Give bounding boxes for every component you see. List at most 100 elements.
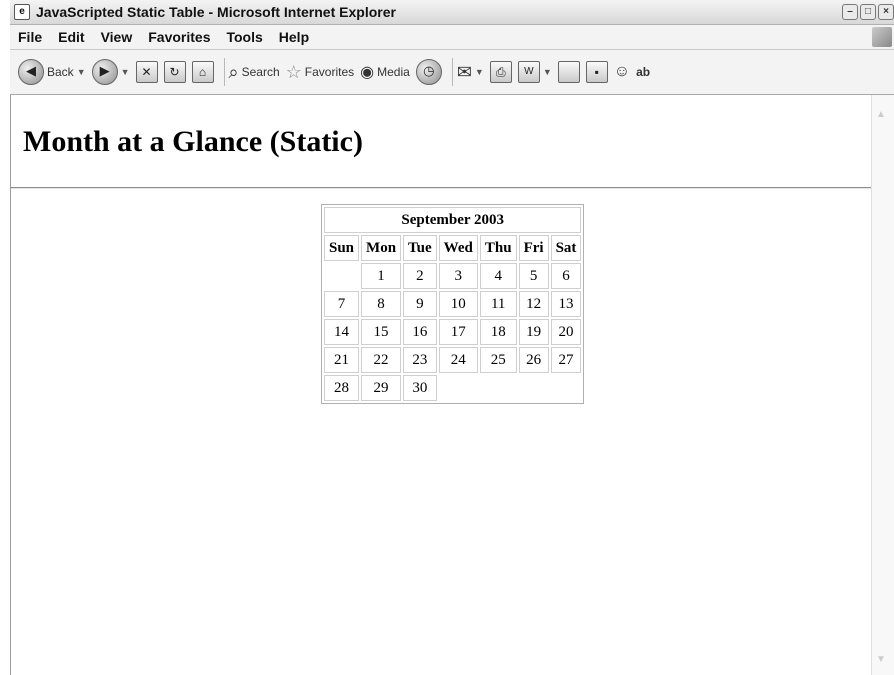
calendar-week-row: 7 8 9 10 11 12 13 xyxy=(324,291,582,317)
menu-edit[interactable]: Edit xyxy=(50,29,92,45)
calendar-week-row: 123456 xyxy=(324,263,582,289)
favorites-button[interactable]: ☆ Favorites xyxy=(286,62,355,83)
calendar-day-cell: 19 xyxy=(518,319,549,345)
menu-help[interactable]: Help xyxy=(271,29,317,45)
history-icon: ◷ xyxy=(415,59,442,85)
calendar-day-cell: 28 xyxy=(324,375,360,401)
refresh-icon: ↻ xyxy=(163,61,186,83)
calendar-day-cell: 20 xyxy=(550,319,582,345)
horizontal-rule xyxy=(11,187,873,189)
star-icon: ☆ xyxy=(285,61,302,82)
media-label: Media xyxy=(377,65,410,79)
calendar-day-cell: 24 xyxy=(438,347,478,373)
calendar-day-cell: 30 xyxy=(403,375,437,401)
back-label: Back xyxy=(47,65,74,79)
calendar-day-cell: 13 xyxy=(550,291,582,317)
back-arrow-icon: ◀ xyxy=(18,59,44,85)
calendar-week-row: 14 15 16 17 18 19 20 xyxy=(324,319,582,345)
calendar-day-cell: 11 xyxy=(479,291,517,317)
vertical-scrollbar[interactable]: ▲ ▼ xyxy=(871,95,894,675)
chevron-down-icon[interactable]: ▼ xyxy=(77,67,86,77)
scroll-up-icon[interactable]: ▲ xyxy=(876,109,886,120)
toolbar-separator xyxy=(223,58,225,86)
calendar-week-row: 21 22 23 24 25 26 27 xyxy=(324,347,582,373)
menu-tools[interactable]: Tools xyxy=(218,29,270,45)
calendar-day-cell: 27 xyxy=(550,347,582,373)
refresh-button[interactable]: ↻ xyxy=(163,61,186,83)
page-content: Month at a Glance (Static) September 200… xyxy=(11,95,873,675)
calendar-day-cell: 14 xyxy=(324,319,360,345)
calendar-day-cell: 2 xyxy=(403,263,437,289)
calendar-day-cell: 18 xyxy=(479,319,517,345)
scroll-down-icon[interactable]: ▼ xyxy=(876,654,886,665)
back-button[interactable]: ◀ Back ▼ xyxy=(18,59,86,85)
stop-icon: ✕ xyxy=(135,61,158,83)
weekday-header: Thu xyxy=(479,235,517,261)
media-button[interactable]: ◉ Media xyxy=(360,62,410,82)
research-button[interactable]: ▪ xyxy=(585,61,608,83)
calendar-day-cell: 15 xyxy=(361,319,402,345)
page-title: Month at a Glance (Static) xyxy=(23,125,363,158)
calendar-day-cell: 5 xyxy=(518,263,549,289)
title-bar: e JavaScripted Static Table - Microsoft … xyxy=(10,0,894,25)
chevron-down-icon[interactable]: ▼ xyxy=(543,67,552,77)
media-icon: ◉ xyxy=(360,64,375,81)
word-icon: W xyxy=(517,61,540,83)
calendar-day-cell: 26 xyxy=(518,347,549,373)
forward-button[interactable]: ▶ ▼ xyxy=(91,59,130,85)
calendar-day-cell: 4 xyxy=(479,263,517,289)
calendar-day-cell: 8 xyxy=(361,291,402,317)
edit-word-button[interactable]: W ▼ xyxy=(517,61,552,83)
calendar-day-cell: 12 xyxy=(518,291,549,317)
home-button[interactable]: ⌂ xyxy=(191,61,214,83)
minimize-icon[interactable]: – xyxy=(842,4,858,20)
chevron-down-icon[interactable]: ▼ xyxy=(121,67,130,77)
weekday-header: Sun xyxy=(324,235,360,261)
calendar-day-cell: 29 xyxy=(361,375,402,401)
calendar-empty-cell xyxy=(551,375,582,401)
mail-icon: ✉ xyxy=(456,61,472,82)
mail-button[interactable]: ✉ ▼ xyxy=(457,62,484,83)
calendar-caption-row: September 2003 xyxy=(324,207,582,233)
search-icon: ⌕ xyxy=(228,61,239,82)
forward-arrow-icon: ▶ xyxy=(91,59,118,85)
print-button[interactable]: ⎙ xyxy=(489,61,512,83)
calendar-day-cell: 7 xyxy=(324,291,360,317)
weekday-header: Fri xyxy=(518,235,549,261)
window-controls: – □ × xyxy=(840,4,894,20)
calendar-caption: September 2003 xyxy=(324,207,582,233)
chevron-down-icon[interactable]: ▼ xyxy=(475,67,484,77)
calendar-day-cell: 23 xyxy=(403,347,437,373)
calendar-day-cell: 10 xyxy=(438,291,478,317)
spelling-button[interactable]: ab xyxy=(636,65,650,79)
print-icon: ⎙ xyxy=(489,61,512,83)
calendar-day-cell: 6 xyxy=(550,263,582,289)
calendar-table: September 2003 Sun Mon Tue Wed Thu Fri Sat 123… xyxy=(321,204,585,404)
calendar-day-cell: 9 xyxy=(403,291,437,317)
research-icon: ▪ xyxy=(585,61,608,83)
calendar-day-cell: 21 xyxy=(324,347,360,373)
calendar-day-cell: 17 xyxy=(438,319,478,345)
weekday-header: Tue xyxy=(403,235,437,261)
favorites-label: Favorites xyxy=(304,65,355,79)
menu-view[interactable]: View xyxy=(93,29,141,45)
calendar-empty-cell xyxy=(519,375,549,401)
ie-icon: e xyxy=(14,4,30,20)
close-icon[interactable]: × xyxy=(878,4,894,20)
calendar-empty-cell xyxy=(480,375,517,401)
menu-bar: File Edit View Favorites Tools Help xyxy=(10,25,894,50)
weekday-header: Mon xyxy=(361,235,402,261)
discuss-button[interactable] xyxy=(557,61,580,83)
menu-file[interactable]: File xyxy=(10,29,50,45)
search-button[interactable]: ⌕ Search xyxy=(229,62,280,83)
messenger-button[interactable]: ☺ xyxy=(614,63,630,81)
weekday-header-row: Sun Mon Tue Wed Thu Fri Sat xyxy=(324,235,582,261)
toolbar-separator xyxy=(451,58,453,86)
history-button[interactable]: ◷ xyxy=(415,59,442,85)
messenger-icon: ☺ xyxy=(613,63,631,80)
windows-logo-icon xyxy=(872,27,892,47)
calendar-week-row: 28 29 30 xyxy=(324,375,581,401)
maximize-icon[interactable]: □ xyxy=(860,4,876,20)
menu-favorites[interactable]: Favorites xyxy=(140,29,218,45)
stop-button[interactable]: ✕ xyxy=(135,61,158,83)
